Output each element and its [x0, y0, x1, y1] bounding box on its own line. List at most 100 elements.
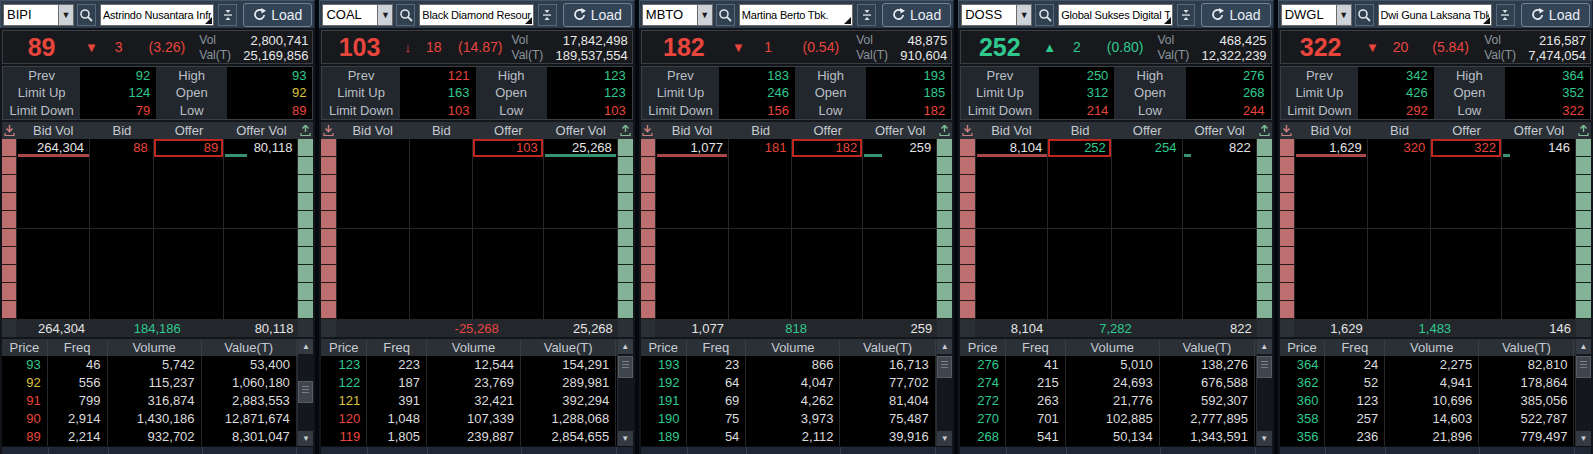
bid-price-cell[interactable]: 181	[729, 139, 792, 157]
offer-vol-column[interactable]: 146	[1502, 139, 1576, 319]
offer-vol-header[interactable]: Offer Vol	[1502, 123, 1576, 138]
ticker-input[interactable]	[642, 4, 697, 26]
trade-row[interactable]: 93465,74253,400	[2, 356, 313, 374]
offer-vol-column[interactable]: 259	[863, 139, 937, 319]
scroll-down-button[interactable]: ▼	[618, 431, 633, 446]
offer-price-cell[interactable]: 89	[154, 139, 224, 157]
price-header[interactable]: Price	[641, 339, 687, 356]
offer-column[interactable]: 89	[154, 139, 225, 319]
bid-price-cell[interactable]	[410, 139, 473, 157]
offer-header[interactable]: Offer	[1431, 123, 1502, 138]
offer-price-cell[interactable]: 254	[1112, 139, 1182, 157]
price-header[interactable]: Price	[2, 339, 48, 356]
load-button[interactable]: Load	[1201, 3, 1270, 27]
search-button[interactable]	[1355, 4, 1374, 26]
company-name-input[interactable]	[1378, 4, 1492, 26]
bid-vol-column[interactable]: 264,304	[16, 139, 90, 319]
scroll-thumb[interactable]	[937, 356, 952, 378]
company-name-input[interactable]	[419, 4, 533, 26]
trade-row[interactable]: 92556115,2371,060,180	[2, 374, 313, 392]
freq-header[interactable]: Freq	[367, 339, 427, 356]
price-header[interactable]: Price	[960, 339, 1006, 356]
offer-column[interactable]: 254	[1112, 139, 1183, 319]
bid-vol-header[interactable]: Bid Vol	[336, 123, 410, 138]
scroll-up-button[interactable]: ▲	[618, 339, 633, 354]
bid-vol-column[interactable]: 1,077	[655, 139, 729, 319]
value-header[interactable]: Value(T)	[1160, 339, 1255, 356]
trade-row[interactable]: 1191,805239,8872,854,655	[321, 428, 632, 446]
bid-vol-header[interactable]: Bid Vol	[975, 123, 1049, 138]
offer-vol-header[interactable]: Offer Vol	[224, 123, 298, 138]
trade-row[interactable]: 270701102,8852,777,895	[960, 410, 1271, 428]
trade-row[interactable]: 191694,26281,404	[641, 392, 952, 410]
chevron-down-icon[interactable]: ▼	[58, 4, 74, 26]
trade-row[interactable]: 364242,27582,810	[1280, 356, 1591, 374]
bid-header[interactable]: Bid	[410, 123, 474, 138]
bid-header[interactable]: Bid	[729, 123, 793, 138]
collapse-button[interactable]	[1496, 4, 1515, 26]
trade-row[interactable]: 362524,941178,864	[1280, 374, 1591, 392]
scrollbar[interactable]: ▲ ▼	[1575, 339, 1591, 446]
chevron-down-icon[interactable]: ▼	[1336, 4, 1352, 26]
offer-column[interactable]: 322	[1431, 139, 1502, 319]
collapse-button[interactable]	[1177, 4, 1196, 26]
company-name-input[interactable]	[1058, 4, 1172, 26]
bid-price-cell[interactable]: 88	[90, 139, 153, 157]
trade-row[interactable]: 27421524,693676,588	[960, 374, 1271, 392]
volume-header[interactable]: Volume	[108, 339, 202, 356]
bid-price-cell[interactable]: 320	[1368, 139, 1431, 157]
search-button[interactable]	[77, 4, 96, 26]
price-header[interactable]: Price	[321, 339, 367, 356]
scrollbar[interactable]: ▲ ▼	[617, 339, 633, 446]
trade-row[interactable]: 35623621,896779,497	[1280, 428, 1591, 446]
ticker-input[interactable]	[3, 4, 58, 26]
trade-row[interactable]: 26854150,1341,343,591	[960, 428, 1271, 446]
scroll-up-button[interactable]: ▲	[298, 339, 313, 354]
collapse-button[interactable]	[538, 4, 557, 26]
scrollbar[interactable]: ▲ ▼	[297, 339, 313, 446]
trade-row[interactable]: 27226321,776592,307	[960, 392, 1271, 410]
scrollbar[interactable]: ▲ ▼	[1256, 339, 1272, 446]
trade-row[interactable]: 12218723,769289,981	[321, 374, 632, 392]
offer-vol-cell[interactable]: 146	[1502, 139, 1575, 157]
load-button[interactable]: Load	[243, 3, 312, 27]
collapse-button[interactable]	[218, 4, 237, 26]
scroll-down-button[interactable]: ▼	[298, 431, 313, 446]
offer-price-cell[interactable]: 182	[792, 139, 862, 157]
offer-column[interactable]: 103	[473, 139, 544, 319]
ticker-input[interactable]	[1281, 4, 1336, 26]
search-button[interactable]	[1035, 4, 1054, 26]
bid-price-cell[interactable]: 252	[1048, 139, 1111, 157]
freq-header[interactable]: Freq	[48, 339, 108, 356]
offer-vol-column[interactable]: 25,268	[544, 139, 618, 319]
freq-header[interactable]: Freq	[1325, 339, 1385, 356]
scroll-up-button[interactable]: ▲	[1576, 339, 1591, 354]
bid-header[interactable]: Bid	[90, 123, 154, 138]
trade-row[interactable]: 892,214932,7028,301,047	[2, 428, 313, 446]
trade-row[interactable]: 189542,11239,916	[641, 428, 952, 446]
bid-vol-header[interactable]: Bid Vol	[16, 123, 90, 138]
volume-header[interactable]: Volume	[1385, 339, 1479, 356]
offer-header[interactable]: Offer	[1112, 123, 1183, 138]
offer-header[interactable]: Offer	[473, 123, 544, 138]
trade-row[interactable]: 902,9141,430,18612,871,674	[2, 410, 313, 428]
scroll-up-button[interactable]: ▲	[937, 339, 952, 354]
value-header[interactable]: Value(T)	[202, 339, 297, 356]
trade-row[interactable]: 1932386616,713	[641, 356, 952, 374]
bid-column[interactable]: 181	[729, 139, 793, 319]
search-button[interactable]	[716, 4, 735, 26]
load-button[interactable]: Load	[563, 3, 632, 27]
ticker-input[interactable]	[961, 4, 1016, 26]
trade-row[interactable]: 12139132,421392,294	[321, 392, 632, 410]
bid-column[interactable]: 252	[1048, 139, 1112, 319]
offer-column[interactable]: 182	[792, 139, 863, 319]
offer-vol-header[interactable]: Offer Vol	[1183, 123, 1257, 138]
trade-row[interactable]: 35825714,603522,787	[1280, 410, 1591, 428]
freq-header[interactable]: Freq	[1006, 339, 1066, 356]
value-header[interactable]: Value(T)	[840, 339, 935, 356]
ticker-input[interactable]	[322, 4, 377, 26]
volume-header[interactable]: Volume	[427, 339, 521, 356]
scroll-thumb[interactable]	[298, 381, 313, 403]
chevron-down-icon[interactable]: ▼	[1016, 4, 1032, 26]
collapse-button[interactable]	[857, 4, 876, 26]
